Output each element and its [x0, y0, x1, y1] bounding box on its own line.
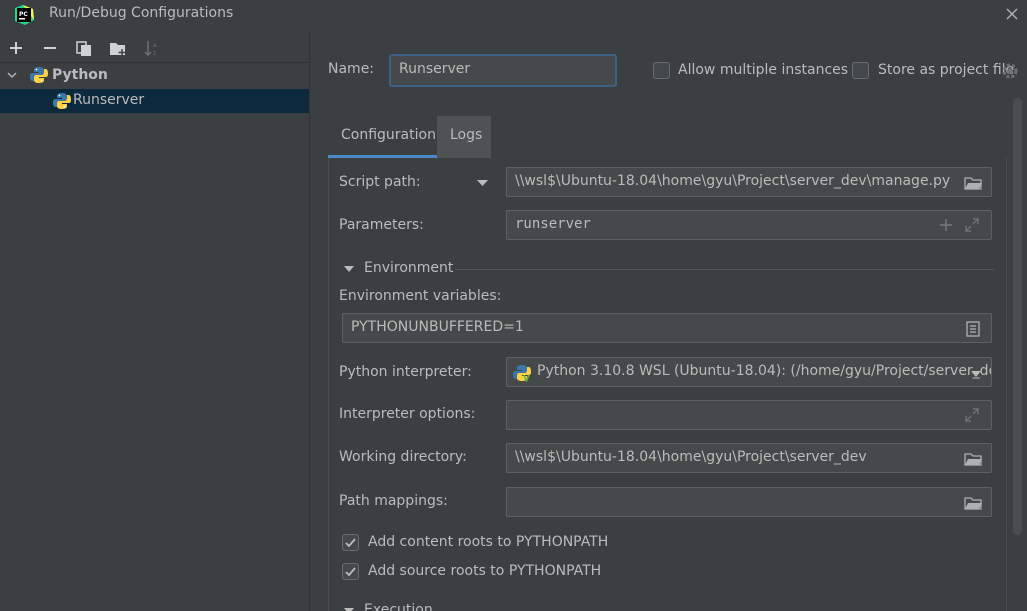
add-source-roots-checkbox[interactable] — [342, 563, 359, 580]
tab-configuration-label: Configuration — [341, 127, 436, 143]
env-vars-field[interactable]: PYTHONUNBUFFERED=1 — [342, 313, 992, 343]
tree-item-label: Runserver — [73, 92, 145, 108]
add-content-roots-checkbox[interactable] — [342, 534, 359, 551]
working-dir-value: \\wsl$\Ubuntu-18.04\home\gyu\Project\ser… — [515, 449, 867, 465]
environment-section-title: Environment — [364, 260, 454, 276]
interpreter-options-label: Interpreter options: — [339, 406, 476, 422]
path-mappings-field[interactable] — [506, 487, 992, 517]
script-path-label: Script path: — [339, 174, 421, 190]
folder-icon[interactable] — [964, 495, 982, 511]
add-icon[interactable] — [939, 218, 953, 232]
splitter[interactable] — [309, 30, 310, 611]
script-path-field[interactable]: \\wsl$\Ubuntu-18.04\home\gyu\Project\ser… — [506, 167, 992, 197]
store-project-label: Store as project file — [878, 62, 1015, 78]
name-label: Name: — [328, 61, 375, 77]
folder-icon[interactable] — [964, 175, 982, 191]
path-mappings-label: Path mappings: — [339, 493, 448, 509]
remove-icon[interactable] — [41, 39, 59, 57]
checkmark-icon — [345, 538, 356, 548]
parameters-value: runserver — [515, 216, 591, 232]
name-input-value: Runserver — [399, 61, 471, 77]
chevron-down-icon[interactable] — [6, 69, 18, 81]
gear-icon[interactable] — [1000, 61, 1020, 81]
svg-text:PC: PC — [19, 11, 28, 18]
tree-group-label: Python — [52, 67, 108, 83]
parameters-label: Parameters: — [339, 217, 424, 233]
allow-multiple-checkbox[interactable] — [653, 62, 670, 79]
interpreter-select[interactable]: Python 3.10.8 WSL (Ubuntu-18.04): (/home… — [506, 357, 992, 387]
svg-text:a: a — [153, 42, 157, 49]
window-title: Run/Debug Configurations — [49, 5, 234, 21]
python-icon — [53, 93, 71, 109]
allow-multiple-label: Allow multiple instances — [678, 62, 849, 78]
config-toolbar: a z — [0, 33, 309, 63]
execution-section: Execution — [338, 598, 1008, 611]
script-path-value: \\wsl$\Ubuntu-18.04\home\gyu\Project\ser… — [515, 173, 951, 189]
add-icon[interactable] — [7, 39, 25, 57]
collapse-triangle-icon[interactable] — [343, 606, 355, 611]
store-project-checkbox[interactable] — [852, 62, 869, 79]
copy-icon[interactable] — [75, 39, 93, 57]
python-wsl-icon — [513, 365, 531, 382]
interpreter-options-field[interactable] — [506, 400, 992, 430]
tree-item-runserver[interactable]: Runserver — [0, 89, 309, 113]
expand-icon[interactable] — [964, 407, 980, 423]
checkmark-icon — [345, 567, 356, 577]
env-vars-value: PYTHONUNBUFFERED=1 — [351, 319, 524, 335]
config-tree: Python Runserver — [0, 64, 309, 611]
scrollbar[interactable] — [1013, 98, 1022, 535]
tab-configuration[interactable]: Configuration — [328, 116, 437, 158]
working-dir-label: Working directory: — [339, 449, 467, 465]
expand-icon[interactable] — [964, 217, 980, 233]
sort-icon[interactable]: a z — [143, 39, 161, 57]
tree-group-python[interactable]: Python — [0, 64, 309, 88]
title-bar: PC Run/Debug Configurations — [0, 0, 1027, 30]
tab-logs-label: Logs — [450, 127, 483, 143]
add-content-roots-label: Add content roots to PYTHONPATH — [368, 534, 609, 550]
env-vars-label: Environment variables: — [339, 288, 502, 304]
tab-logs[interactable]: Logs — [437, 116, 491, 158]
svg-text:z: z — [153, 50, 156, 57]
add-source-roots-label: Add source roots to PYTHONPATH — [368, 563, 602, 579]
chevron-down-icon[interactable] — [970, 370, 982, 378]
execution-section-title: Execution — [364, 602, 433, 611]
folder-icon[interactable] — [964, 451, 982, 467]
new-folder-icon[interactable] — [109, 39, 127, 57]
document-icon[interactable] — [966, 321, 980, 337]
close-icon[interactable] — [1004, 6, 1020, 22]
script-path-dropdown-icon[interactable] — [476, 178, 489, 188]
environment-divider — [455, 269, 994, 270]
pycharm-app-icon: PC — [15, 5, 34, 25]
python-icon — [30, 67, 48, 83]
working-dir-field[interactable]: \\wsl$\Ubuntu-18.04\home\gyu\Project\ser… — [506, 443, 992, 473]
parameters-field[interactable]: runserver — [506, 210, 992, 240]
name-input[interactable]: Runserver — [389, 54, 617, 87]
interpreter-value: Python 3.10.8 WSL (Ubuntu-18.04): (/home… — [537, 363, 992, 379]
interpreter-label: Python interpreter: — [339, 364, 472, 380]
collapse-triangle-icon[interactable] — [343, 264, 355, 274]
